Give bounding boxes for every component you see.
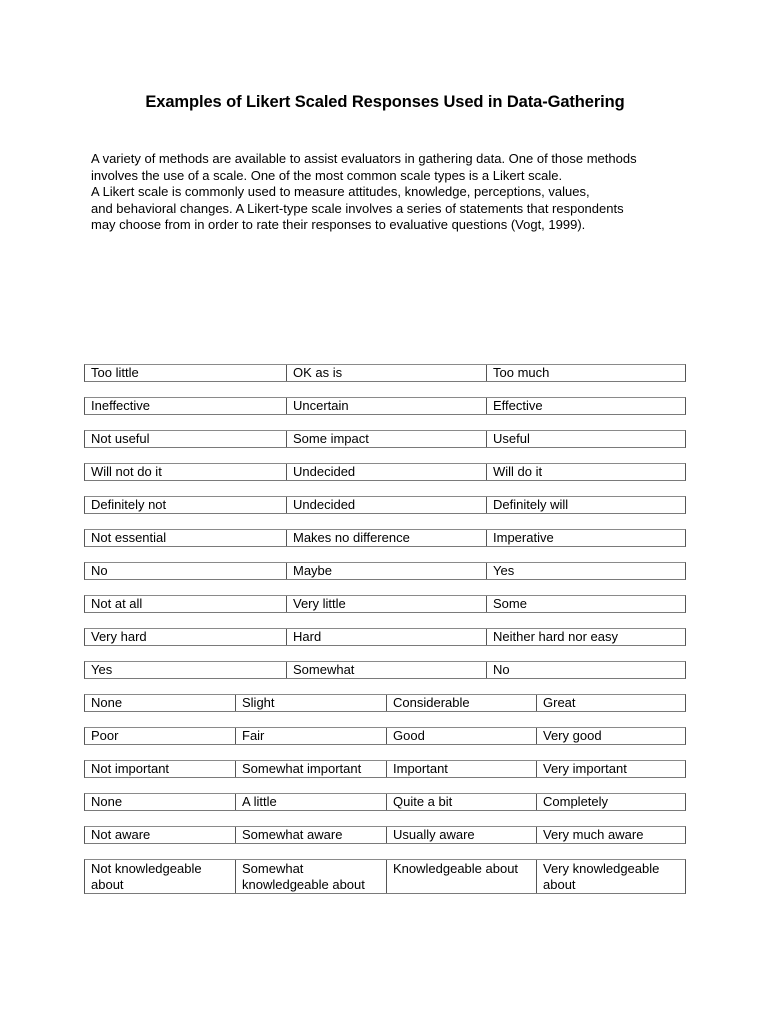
scale-option: Quite a bit [386,794,536,810]
scale-option: Will do it [486,464,685,480]
scale-option: Very important [536,761,685,777]
scale-option: Fair [235,728,386,744]
scale-option: Uncertain [286,398,486,414]
scale-option: Effective [486,398,685,414]
scale-option: Great [536,695,685,711]
scale-option: No [486,662,685,678]
scale-row: Too little OK as is Too much [84,364,686,382]
scale-option: Poor [91,728,119,743]
scale-option: Some impact [286,431,486,447]
scale-option: Slight [235,695,386,711]
scale-row: Not at all Very little Some [84,595,686,613]
scale-option: None [91,695,123,710]
scale-option: OK as is [286,365,486,381]
scale-option: Usually aware [386,827,536,843]
scale-row: Definitely not Undecided Definitely will [84,496,686,514]
scale-option: Undecided [286,464,486,480]
scale-option: Very much aware [536,827,685,843]
scale-row: None A little Quite a bit Completely [84,793,686,811]
scale-row: Will not do it Undecided Will do it [84,463,686,481]
scale-row: Poor Fair Good Very good [84,727,686,745]
scale-option: Not important [91,761,170,776]
scale-option: Knowledgeable about [386,860,536,893]
scale-row: Yes Somewhat No [84,661,686,679]
scale-option: Very good [536,728,685,744]
intro-line: A variety of methods are available to as… [91,151,637,166]
scale-option: Somewhat [286,662,486,678]
scale-option: Ineffective [91,398,151,413]
scale-option: Somewhat knowledgeable about [235,860,386,893]
scale-option: Imperative [486,530,685,546]
scale-option: Too much [486,365,685,381]
scale-row: Not aware Somewhat aware Usually aware V… [84,826,686,844]
scale-option: Hard [286,629,486,645]
page-title: Examples of Likert Scaled Responses Used… [145,93,625,111]
scale-option: Somewhat aware [235,827,386,843]
scale-row: Not important Somewhat important Importa… [84,760,686,778]
intro-paragraph: A variety of methods are available to as… [91,151,711,234]
scale-option: Definitely not [91,497,167,512]
scale-option: Very knowledgeable about [536,860,685,893]
scale-option: Completely [536,794,685,810]
scale-option: Not at all [91,596,143,611]
scale-row: Ineffective Uncertain Effective [84,397,686,415]
scale-row: Very hard Hard Neither hard nor easy [84,628,686,646]
scale-option: Maybe [286,563,486,579]
scale-option: Not essential [91,530,167,545]
scale-option: None [91,794,123,809]
scale-row: Not knowledgeable about Somewhat knowled… [84,859,686,894]
scale-option: Yes [91,662,113,677]
scale-option: A little [235,794,386,810]
scale-option: Definitely will [486,497,685,513]
intro-line: involves the use of a scale. One of the … [91,167,563,183]
scale-option: Not aware [91,827,151,842]
scale-option: Important [386,761,536,777]
scale-option: Not knowledgeable about [91,861,202,892]
scale-row: No Maybe Yes [84,562,686,580]
intro-line: may choose from in order to rate their r… [91,217,586,233]
scale-option: Yes [486,563,685,579]
scale-option: Somewhat important [235,761,386,777]
scale-option: Very hard [91,629,147,644]
scale-row: Not essential Makes no difference Impera… [84,529,686,547]
intro-line: and behavioral changes. A Likert-type sc… [91,200,624,216]
scale-option: No [91,563,108,578]
scale-option: Neither hard nor easy [486,629,685,645]
scale-option: Undecided [286,497,486,513]
scale-option: Not useful [91,431,150,446]
scale-option: Very little [286,596,486,612]
likert-scales-list: Too little OK as is Too much Ineffective… [84,364,686,909]
intro-line: A Likert scale is commonly used to measu… [91,184,590,200]
scale-row: None Slight Considerable Great [84,694,686,712]
scale-row: Not useful Some impact Useful [84,430,686,448]
scale-option: Good [386,728,536,744]
scale-option: Makes no difference [286,530,486,546]
scale-option: Useful [486,431,685,447]
scale-option: Considerable [386,695,536,711]
scale-option: Will not do it [91,464,162,479]
scale-option: Some [486,596,685,612]
scale-option: Too little [91,365,139,380]
